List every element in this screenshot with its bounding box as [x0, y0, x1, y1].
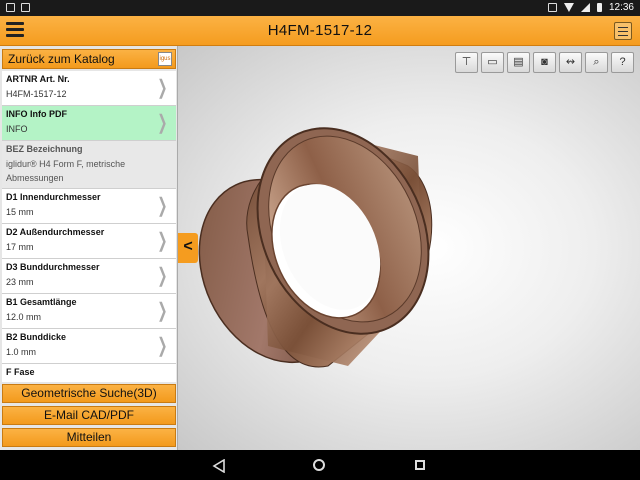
attribute-key: B2 Bunddicke	[6, 332, 67, 342]
list-item[interactable]: D2 Außendurchmesser 17 mm ❯	[2, 224, 176, 259]
email-cad-pdf-button[interactable]: E-Mail CAD/PDF	[2, 406, 176, 425]
list-item[interactable]: D1 Innendurchmesser 15 mm ❯	[2, 189, 176, 224]
attribute-value: iglidur® H4 Form F, metrische Abmessunge…	[6, 159, 126, 183]
wifi-icon	[563, 3, 574, 12]
battery-icon	[596, 3, 602, 12]
attribute-value: 15 mm	[6, 207, 34, 217]
clock: 12:36	[608, 2, 634, 13]
attribute-list: ARTNR Art. Nr. H4FM-1517-12 ❯ INFO Info …	[2, 71, 176, 382]
download-icon	[21, 3, 30, 12]
table-view-icon[interactable]	[614, 22, 632, 40]
list-item[interactable]: F Fase	[2, 364, 176, 382]
attribute-key: D3 Bunddurchmesser	[6, 262, 100, 272]
list-item[interactable]: D3 Bunddurchmesser 23 mm ❯	[2, 259, 176, 294]
attribute-key: ARTNR Art. Nr.	[6, 74, 70, 84]
attribute-key: B1 Gesamtlänge	[6, 297, 77, 307]
app-header: H4FM-1517-12	[0, 16, 640, 46]
nav-home-icon[interactable]	[313, 459, 325, 471]
attribute-value: 17 mm	[6, 242, 34, 252]
attribute-value: 1.0 mm	[6, 347, 37, 357]
igus-logo-icon: igus	[158, 52, 172, 66]
share-button[interactable]: Mitteilen	[2, 428, 176, 447]
3d-viewport[interactable]: ⊤ ▭ ▤ ◙ ↭ ⌕ ?	[178, 46, 640, 450]
attribute-value: INFO	[6, 124, 28, 134]
attribute-key: D2 Außendurchmesser	[6, 227, 105, 237]
nav-recents-icon[interactable]	[415, 460, 425, 470]
status-bar: 12:36	[0, 0, 640, 16]
list-item[interactable]: B1 Gesamtlänge 12.0 mm ❯	[2, 294, 176, 329]
navigation-bar	[0, 450, 640, 480]
back-to-catalog-label: Zurück zum Katalog	[8, 52, 115, 66]
list-item: BEZ Bezeichnung iglidur® H4 Form F, metr…	[2, 141, 176, 189]
chevron-right-icon: ❯	[157, 335, 168, 357]
back-to-catalog-button[interactable]: Zurück zum Katalog igus	[2, 49, 176, 69]
attribute-key: D1 Innendurchmesser	[6, 192, 101, 202]
signal-icon	[580, 3, 590, 12]
attribute-value: 23 mm	[6, 277, 34, 287]
attribute-key: INFO Info PDF	[6, 109, 67, 119]
attribute-value: 12.0 mm	[6, 312, 42, 322]
attribute-key: F Fase	[6, 367, 35, 377]
list-item[interactable]: INFO Info PDF INFO ❯	[2, 106, 176, 141]
geometric-search-button[interactable]: Geometrische Suche(3D)	[2, 384, 176, 403]
chevron-right-icon: ❯	[157, 300, 168, 322]
bearing-model[interactable]	[178, 46, 640, 450]
chevron-right-icon: ❯	[157, 265, 168, 287]
chevron-right-icon: ❯	[157, 195, 168, 217]
nav-back-icon[interactable]	[212, 459, 226, 473]
list-item[interactable]: B2 Bunddicke 1.0 mm ❯	[2, 329, 176, 364]
page-title: H4FM-1517-12	[267, 22, 373, 39]
side-panel: Zurück zum Katalog igus ARTNR Art. Nr. H…	[0, 46, 178, 450]
attribute-value: H4FM-1517-12	[6, 89, 67, 99]
chevron-right-icon: ❯	[157, 112, 168, 134]
chevron-right-icon: ❯	[157, 230, 168, 252]
vibrate-icon	[547, 3, 557, 12]
chevron-right-icon: ❯	[157, 77, 168, 99]
attribute-key: BEZ Bezeichnung	[6, 144, 83, 154]
list-item[interactable]: ARTNR Art. Nr. H4FM-1517-12 ❯	[2, 71, 176, 106]
collapse-panel-button[interactable]: <	[178, 233, 198, 263]
notification-icon	[6, 3, 15, 12]
